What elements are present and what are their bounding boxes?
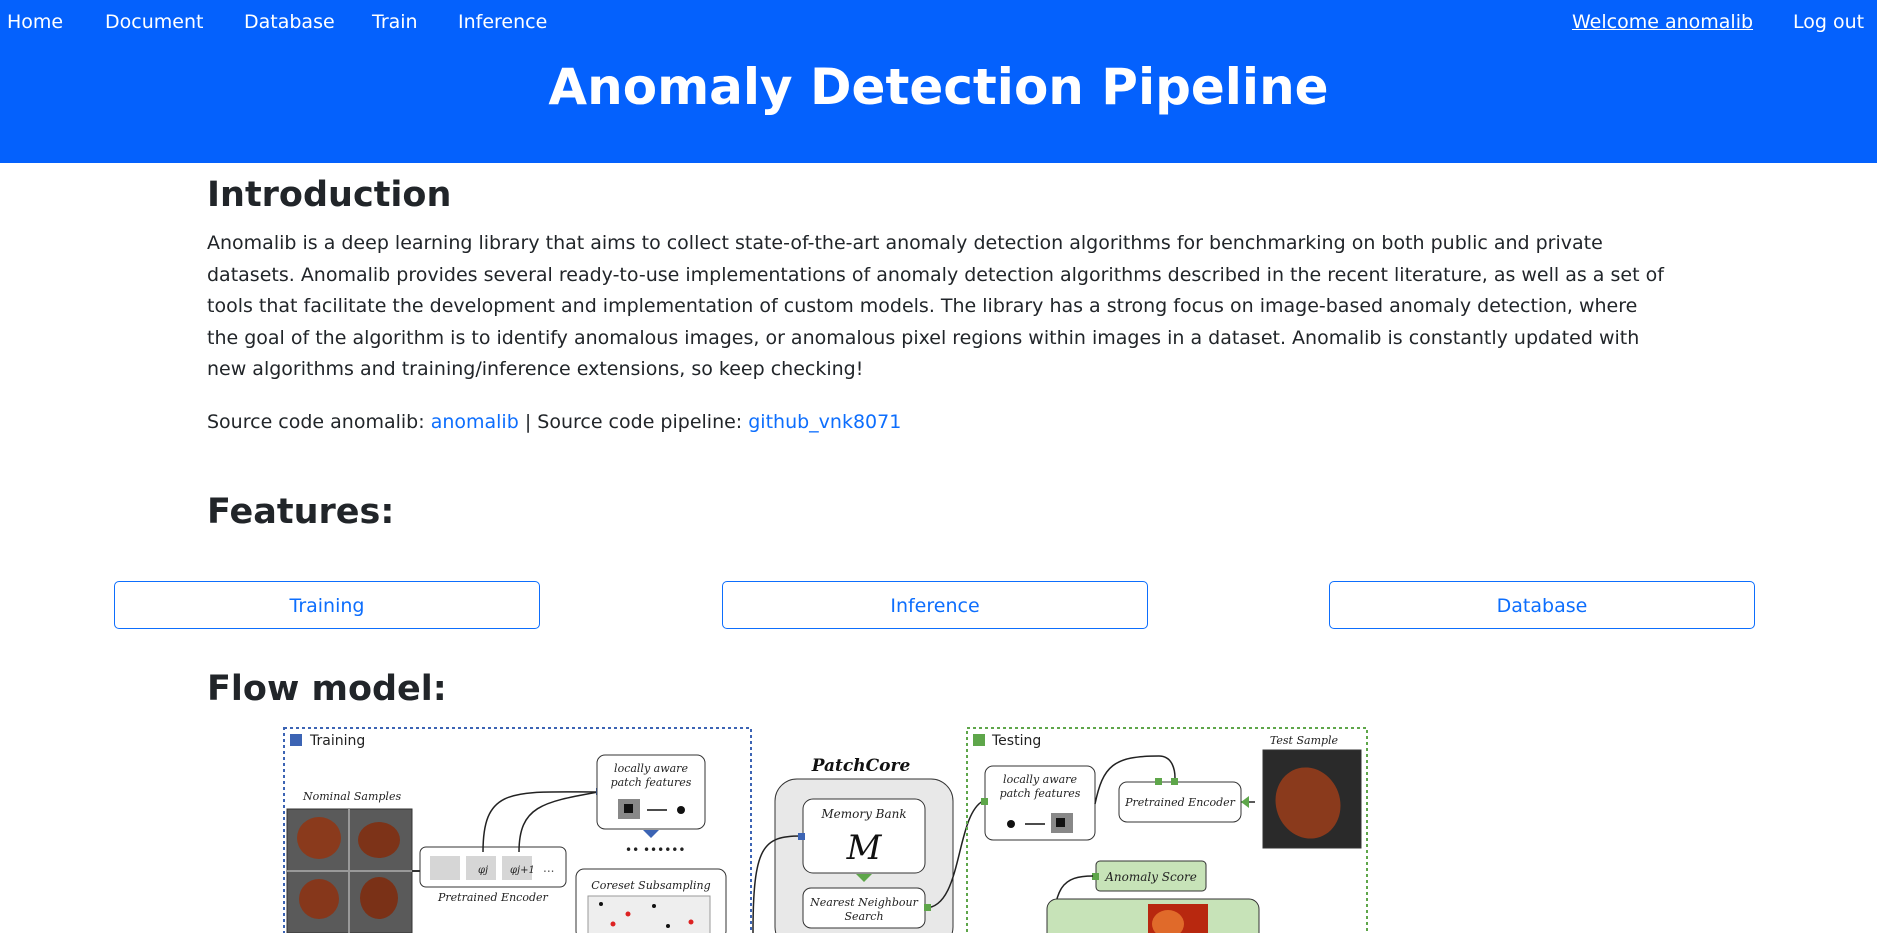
pipeline-source-link[interactable]: github_vnk8071 bbox=[748, 411, 901, 433]
nominal-sample-image bbox=[299, 879, 339, 919]
memory-bank-label: Memory Bank bbox=[820, 807, 906, 821]
memory-bank-symbol: M bbox=[846, 828, 883, 868]
nominal-sample-image bbox=[360, 877, 398, 919]
testing-patch-features-line2: patch features bbox=[1000, 787, 1081, 800]
welcome-user-link[interactable]: Welcome anomalib bbox=[1572, 11, 1753, 33]
encoder-ellipsis: ... bbox=[543, 861, 554, 875]
training-panel-label: Training bbox=[309, 733, 365, 749]
nav-train-link[interactable]: Train bbox=[372, 11, 418, 33]
logout-link[interactable]: Log out bbox=[1793, 11, 1864, 33]
anomalib-source-link[interactable]: anomalib bbox=[431, 411, 519, 433]
training-legend-swatch bbox=[290, 734, 302, 746]
nn-search-line1: Nearest Neighbour bbox=[809, 896, 919, 909]
phi-j-label: φj bbox=[478, 865, 488, 876]
flow-model-diagram: Training Nominal Samples φj φj+1 ... Pre… bbox=[283, 726, 1369, 933]
nominal-sample-image bbox=[297, 817, 341, 859]
coreset-label: Coreset Subsampling bbox=[591, 879, 710, 892]
testing-panel-label: Testing bbox=[991, 733, 1041, 749]
svg-text:•• ••••••: •• •••••• bbox=[625, 843, 685, 857]
source-code-line: Source code anomalib: anomalib | Source … bbox=[207, 408, 901, 436]
source-prefix-text: Source code anomalib: bbox=[207, 411, 431, 433]
test-sample-label: Test Sample bbox=[1270, 734, 1339, 747]
feature-connector bbox=[482, 791, 599, 853]
testing-legend-swatch bbox=[973, 734, 985, 746]
patchcore-title: PatchCore bbox=[811, 756, 911, 776]
training-patch-features-line2: patch features bbox=[611, 776, 692, 789]
header-bar: Home Document Database Train Inference W… bbox=[0, 0, 1877, 163]
nominal-sample-image bbox=[358, 822, 400, 858]
source-mid-text: | Source code pipeline: bbox=[518, 411, 749, 433]
nav-home-link[interactable]: Home bbox=[7, 11, 63, 33]
inference-button[interactable]: Inference bbox=[722, 581, 1148, 629]
features-heading: Features: bbox=[207, 492, 395, 532]
nav-inference-link[interactable]: Inference bbox=[458, 11, 547, 33]
testing-encoder-label: Pretrained Encoder bbox=[1124, 796, 1236, 809]
nominal-samples-label: Nominal Samples bbox=[302, 790, 401, 803]
database-button[interactable]: Database bbox=[1329, 581, 1755, 629]
encoder-layer-block bbox=[430, 856, 460, 880]
phi-j1-label: φj+1 bbox=[510, 865, 535, 876]
testing-patch-features-line1: locally aware bbox=[1003, 773, 1077, 786]
training-encoder-label: Pretrained Encoder bbox=[437, 891, 549, 904]
training-patch-features-line1: locally aware bbox=[614, 762, 688, 775]
nav-database-link[interactable]: Database bbox=[244, 11, 335, 33]
page-title: Anomaly Detection Pipeline bbox=[548, 58, 1329, 116]
introduction-paragraph: Anomalib is a deep learning library that… bbox=[207, 232, 1664, 380]
patchcore-diagram: Training Nominal Samples φj φj+1 ... Pre… bbox=[283, 727, 1368, 933]
feature-connector bbox=[518, 791, 599, 853]
nav-document-link[interactable]: Document bbox=[105, 11, 203, 33]
training-button[interactable]: Training bbox=[114, 581, 540, 629]
nn-search-line2: Search bbox=[844, 910, 883, 923]
flow-model-heading: Flow model: bbox=[207, 669, 447, 709]
introduction-heading: Introduction bbox=[207, 175, 452, 215]
anomaly-score-label: Anomaly Score bbox=[1104, 870, 1197, 884]
